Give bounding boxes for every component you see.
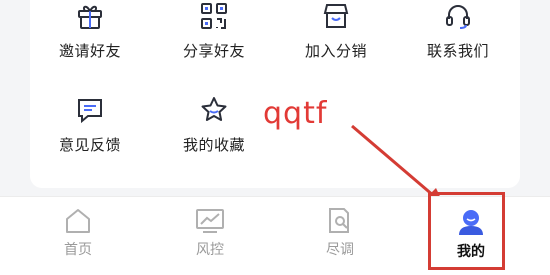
my-favorites-item[interactable]: 我的收藏 (164, 96, 264, 155)
bottom-tab-bar: 首页 风控 尽调 我的 (0, 196, 550, 275)
contact-us-label: 联系我们 (426, 42, 489, 60)
share-friends-label: 分享好友 (182, 42, 245, 60)
store-icon (323, 4, 349, 28)
qr-code-icon (201, 3, 227, 29)
feedback-icon (78, 99, 102, 124)
tab-due-diligence[interactable]: 尽调 (300, 207, 380, 259)
share-friends-item[interactable]: 分享好友 (164, 2, 264, 61)
feedback-item[interactable]: 意见反馈 (40, 96, 140, 155)
tab-home[interactable]: 首页 (38, 207, 118, 259)
contact-us-item[interactable]: 联系我们 (408, 2, 508, 61)
tab-mine-label: 我的 (457, 244, 485, 260)
tab-risk-control[interactable]: 风控 (170, 207, 250, 259)
invite-friends-item[interactable]: 邀请好友 (40, 2, 140, 61)
user-icon (459, 210, 483, 235)
headset-icon (446, 5, 470, 29)
home-icon (66, 209, 90, 233)
gift-icon (78, 5, 102, 29)
tab-mine[interactable]: 我的 (431, 207, 511, 261)
star-icon (201, 97, 227, 121)
join-distribution-label: 加入分销 (304, 42, 367, 60)
risk-chart-icon (196, 209, 224, 233)
join-distribution-item[interactable]: 加入分销 (286, 2, 386, 61)
annotation-text: qqtf (263, 96, 328, 131)
tab-due-diligence-label: 尽调 (326, 242, 354, 258)
feedback-label: 意见反馈 (58, 136, 121, 154)
tab-home-label: 首页 (64, 242, 92, 258)
my-favorites-label: 我的收藏 (182, 136, 245, 154)
document-search-icon (329, 208, 349, 233)
tab-risk-control-label: 风控 (196, 242, 224, 258)
invite-friends-label: 邀请好友 (58, 42, 121, 60)
